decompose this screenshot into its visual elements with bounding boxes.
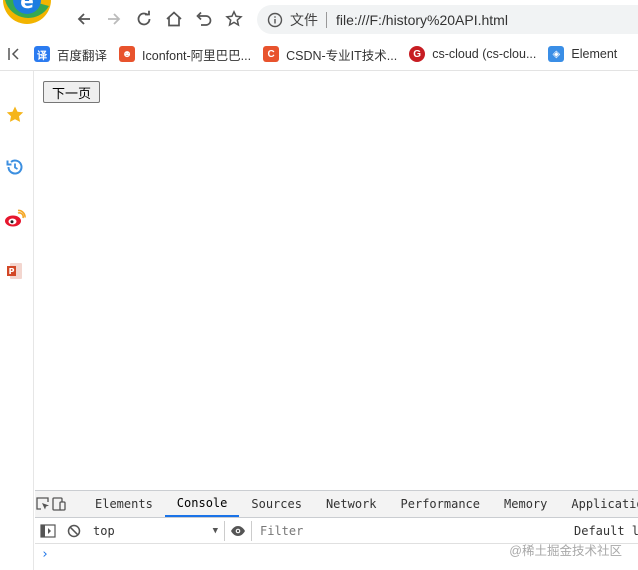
reload-button[interactable] (133, 8, 155, 30)
element-icon: ◈ (548, 46, 565, 62)
eye-icon (231, 525, 245, 536)
tab-network[interactable]: Network (314, 491, 389, 517)
bookmark-item[interactable]: C CSDN-专业IT技术... (257, 38, 398, 70)
collapse-sidebar-icon (8, 48, 19, 60)
next-page-button[interactable]: 下一页 (43, 81, 101, 103)
history-icon (6, 159, 23, 175)
bookmark-item[interactable]: ☻ Iconfont-阿里巴巴... (113, 38, 252, 70)
back-arrow-icon (77, 13, 90, 25)
console-filter-input[interactable]: Filter (251, 520, 568, 541)
inspect-icon (36, 497, 49, 510)
devtools-panel: Elements Console Sources Network Perform… (35, 490, 638, 570)
watermark-text: @稀土掘金技术社区 (509, 544, 622, 558)
address-bar[interactable]: 文件 file:///F:/history%20API.html (257, 5, 638, 34)
sidebar-toggle-button[interactable] (0, 38, 28, 70)
weibo-icon (5, 209, 26, 227)
reload-icon (137, 10, 151, 26)
log-levels-dropdown[interactable]: Default levels (568, 524, 638, 538)
device-mode-icon (52, 497, 66, 511)
tab-performance[interactable]: Performance (389, 491, 492, 517)
device-toolbar-button[interactable] (51, 491, 67, 517)
tab-console[interactable]: Console (164, 491, 240, 517)
bookmark-label: cs-cloud (cs-clou... (432, 47, 537, 61)
show-sidebar-icon (40, 523, 56, 538)
address-divider (326, 11, 327, 28)
tab-application[interactable]: Application (559, 491, 638, 517)
iconfont-icon: ☻ (119, 46, 136, 62)
weibo-sidebar-button[interactable] (4, 208, 26, 230)
tab-sources[interactable]: Sources (239, 491, 314, 517)
star-icon (6, 106, 24, 122)
csdn-icon: C (263, 46, 280, 62)
star-outline-icon (225, 10, 243, 27)
forward-button[interactable] (103, 8, 125, 30)
inspect-element-button[interactable] (35, 491, 51, 517)
undo-icon (196, 11, 212, 26)
browser-logo-icon: e (3, 0, 51, 24)
browser-toolbar: e 文件 file:///F:/history%20API.html (0, 0, 638, 38)
history-sidebar-button[interactable] (4, 156, 26, 178)
context-value: top (93, 523, 115, 538)
console-sidebar-button[interactable] (35, 523, 61, 538)
clear-icon (67, 524, 81, 537)
clear-console-button[interactable] (61, 524, 87, 538)
svg-text:P: P (9, 267, 15, 276)
tab-elements[interactable]: Elements (83, 491, 165, 517)
bookmark-label: CSDN-专业IT技术... (286, 48, 398, 63)
side-panel: P (0, 71, 34, 570)
bookmark-item[interactable]: ◈ Element (542, 38, 618, 70)
address-url[interactable]: file:///F:/history%20API.html (336, 12, 508, 28)
back-button[interactable] (73, 8, 95, 30)
home-button[interactable] (163, 8, 185, 30)
info-icon[interactable] (267, 12, 283, 28)
office-sidebar-button[interactable]: P (4, 260, 26, 282)
context-selector[interactable]: top ▼ (87, 520, 225, 541)
console-prompt[interactable]: › (41, 547, 49, 562)
office-icon: P (7, 263, 22, 279)
address-scheme-label: 文件 (290, 11, 318, 28)
dropdown-arrow-icon: ▼ (212, 525, 218, 536)
svg-text:e: e (20, 0, 34, 13)
page-content: 下一页 (35, 71, 638, 490)
bookmark-label: Element (571, 47, 618, 61)
devtools-tab-bar: Elements Console Sources Network Perform… (35, 491, 638, 518)
bookmark-label: 百度翻译 (57, 48, 108, 63)
gitee-icon: G (409, 46, 426, 62)
undo-close-tab-button[interactable] (193, 8, 215, 30)
favorites-sidebar-button[interactable] (4, 104, 26, 126)
bookmark-item[interactable]: G cs-cloud (cs-clou... (403, 38, 537, 70)
bookmark-label: Iconfont-阿里巴巴... (142, 48, 252, 63)
tab-memory[interactable]: Memory (492, 491, 559, 517)
bookmark-item[interactable]: 译 百度翻译 (28, 38, 108, 70)
baidu-translate-icon: 译 (34, 46, 50, 62)
live-expression-button[interactable] (225, 525, 251, 537)
bookmarks-bar: 译 百度翻译 ☻ Iconfont-阿里巴巴... C CSDN-专业IT技术.… (0, 38, 638, 71)
home-icon (166, 11, 182, 27)
forward-arrow-icon (108, 13, 121, 25)
favorite-button[interactable] (223, 8, 245, 30)
